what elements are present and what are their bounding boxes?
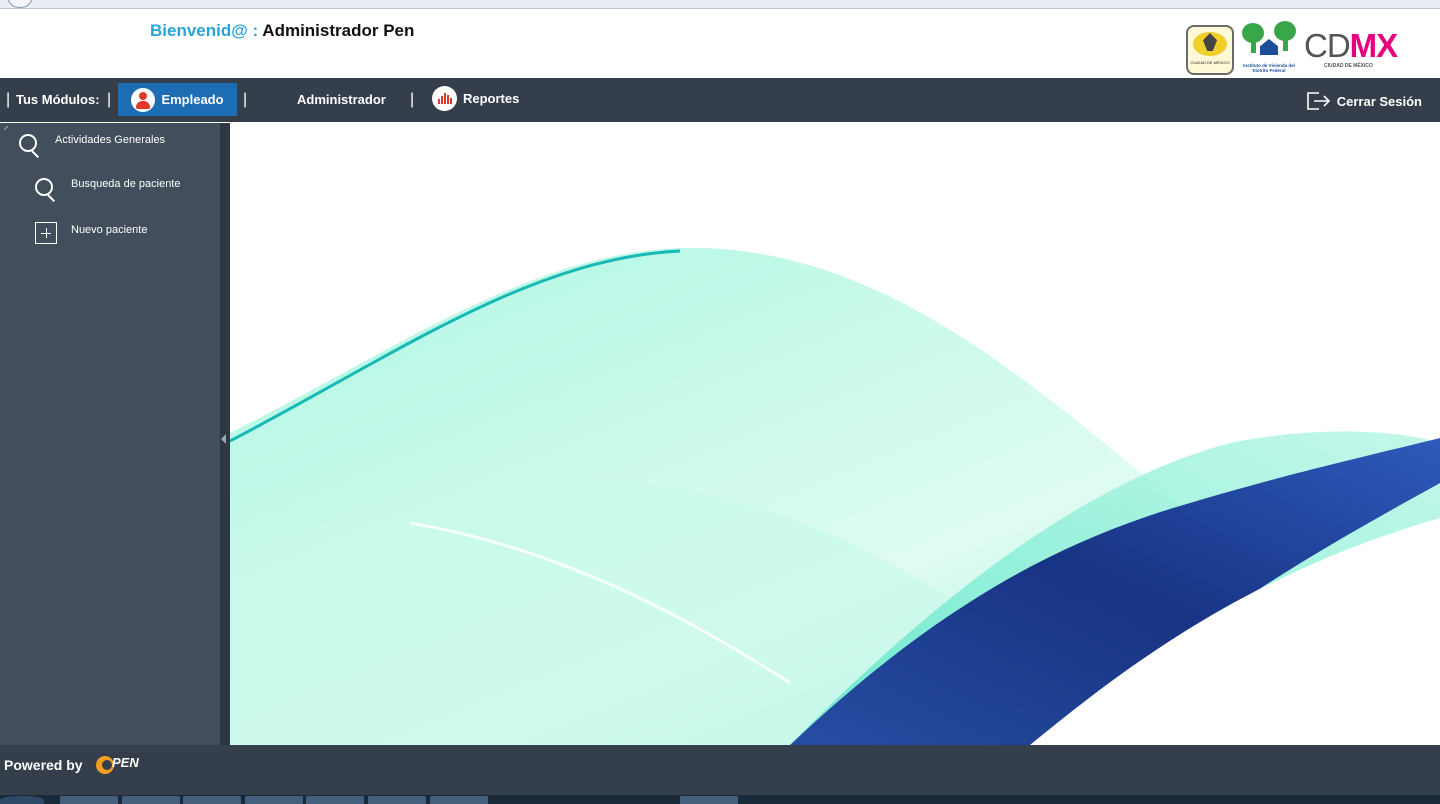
invi-logo: Instituto de Vivienda del Distrito Feder… — [1240, 21, 1298, 77]
taskbar-item[interactable] — [122, 796, 180, 804]
pen-brand-text: PEN — [112, 755, 139, 770]
sidebar-item-busqueda-paciente[interactable]: Busqueda de paciente — [34, 177, 181, 203]
header: Bienvenid@ : Administrador Pen CIUDAD DE… — [0, 9, 1440, 78]
modules-label: Tus Módulos: — [16, 92, 100, 107]
cdmx-cd: CD — [1304, 27, 1351, 64]
wave-background — [230, 247, 1440, 745]
cdmx-seal-logo: CIUDAD DE MÉXICO — [1186, 25, 1234, 75]
cdmx-subtitle: CIUDAD DE MÉXICO — [1324, 63, 1373, 69]
sidebar-item-actividades-generales[interactable]: Actividades Generales — [18, 133, 166, 159]
sidebar-item-nuevo-paciente[interactable]: Nuevo paciente — [35, 222, 147, 244]
cdmx-logo: CDMX — [1304, 27, 1398, 65]
greeting-label: Bienvenid@ : — [150, 21, 259, 40]
user-name: Administrador Pen — [262, 21, 415, 40]
nav-reportes-tab[interactable]: Reportes — [432, 86, 519, 111]
taskbar-item[interactable] — [183, 796, 241, 804]
navbar: | Tus Módulos: | Empleado | Administrado… — [0, 78, 1440, 122]
taskbar — [0, 795, 1440, 804]
plus-icon — [35, 222, 57, 244]
logos: CIUDAD DE MÉXICO Instituto de Vivienda d… — [1186, 21, 1406, 77]
sidebar-item-label: Actividades Generales — [55, 134, 166, 146]
search-icon — [18, 133, 42, 159]
powered-by-label: Powered by — [4, 757, 83, 773]
nav-divider: | — [243, 91, 248, 108]
nav-divider: | — [107, 91, 112, 108]
welcome-message: Bienvenid@ : Administrador Pen — [150, 21, 414, 41]
sidebar-item-label: Nuevo paciente — [71, 223, 148, 236]
chevron-left-icon — [221, 434, 226, 444]
search-icon — [34, 177, 58, 203]
nav-empleado-tab[interactable]: Empleado — [118, 83, 237, 116]
nav-empleado-label: Empleado — [161, 92, 224, 107]
taskbar-item[interactable] — [368, 796, 426, 804]
cdmx-mx: MX — [1349, 27, 1398, 64]
browser-button[interactable] — [8, 0, 32, 8]
footer: Powered by PEN — [0, 745, 1440, 795]
sidebar: Actividades Generales Busqueda de pacien… — [0, 123, 220, 745]
logout-icon — [1306, 92, 1330, 110]
nav-reportes-label: Reportes — [463, 91, 520, 106]
sidebar-item-label: Busqueda de paciente — [71, 178, 181, 190]
taskbar-item[interactable] — [60, 796, 118, 804]
nav-divider: | — [6, 91, 11, 108]
sidebar-toggle[interactable] — [220, 123, 230, 745]
user-icon — [131, 87, 156, 112]
invi-text: Instituto de Vivienda del Distrito Feder… — [1243, 63, 1295, 73]
collapse-caret-icon — [4, 125, 12, 134]
taskbar-item[interactable] — [680, 796, 738, 804]
logout-button[interactable]: Cerrar Sesión — [1305, 90, 1422, 112]
pen-logo: PEN — [94, 753, 154, 782]
start-button[interactable] — [0, 796, 44, 804]
taskbar-item[interactable] — [245, 796, 303, 804]
taskbar-item[interactable] — [430, 796, 488, 804]
browser-strip — [0, 0, 1440, 9]
nav-divider: | — [410, 91, 415, 108]
bar-chart-icon — [432, 86, 457, 111]
nav-administrador-tab[interactable]: Administrador — [297, 92, 386, 107]
logout-label: Cerrar Sesión — [1336, 93, 1422, 109]
main-content — [230, 123, 1440, 745]
seal-text: CIUDAD DE MÉXICO — [1190, 60, 1230, 65]
taskbar-item[interactable] — [306, 796, 364, 804]
